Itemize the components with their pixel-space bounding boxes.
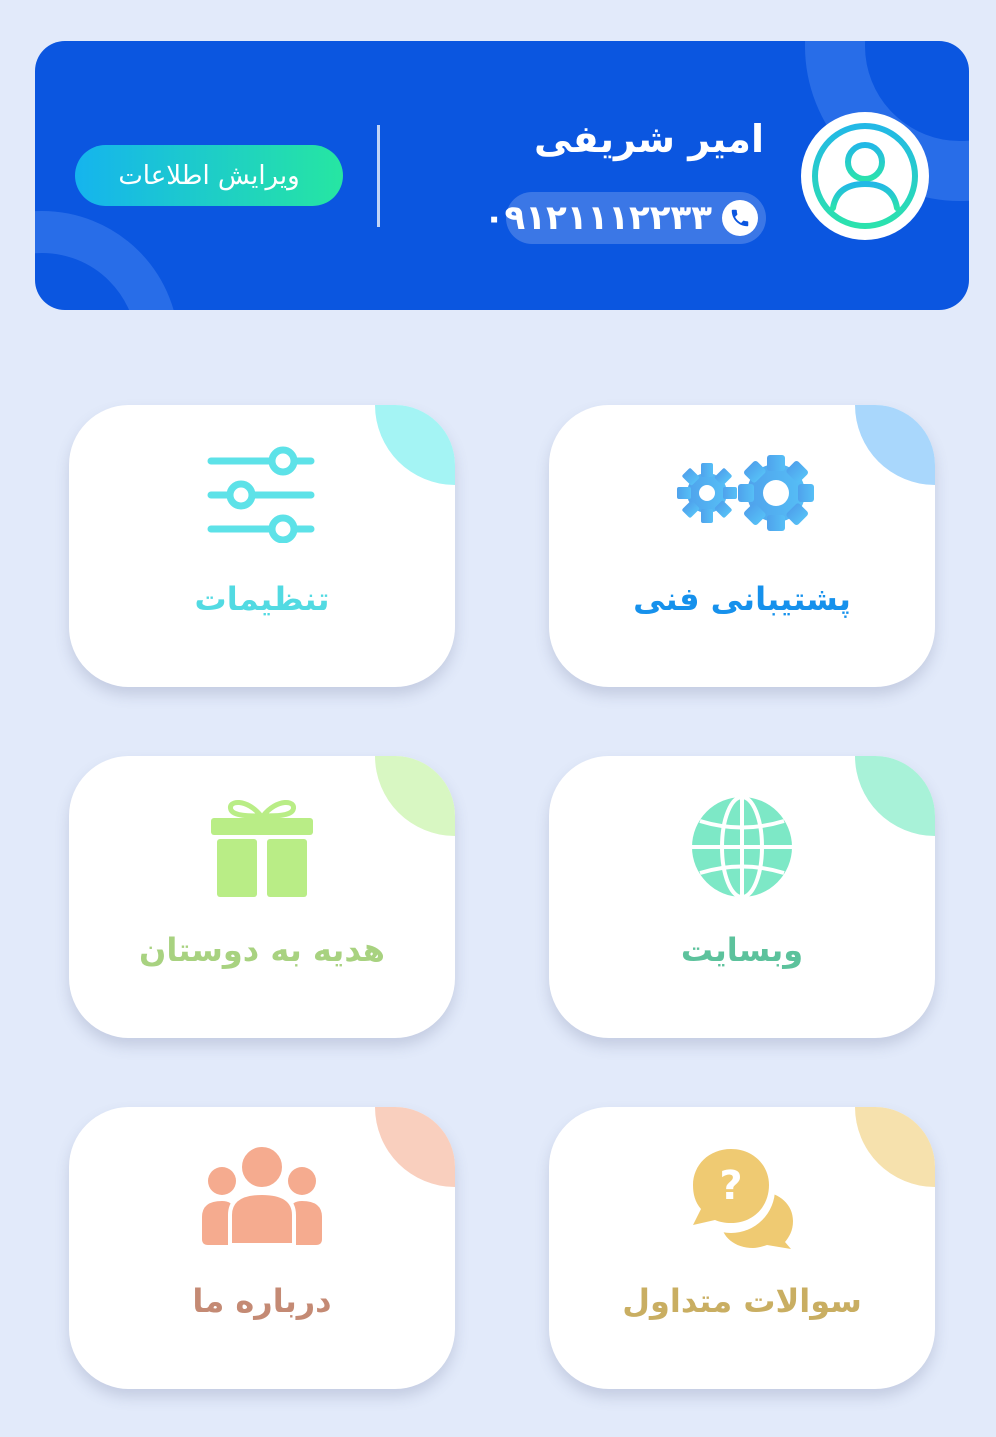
tile-label: درباره ما xyxy=(192,1282,332,1320)
user-icon xyxy=(812,123,918,229)
question-chat-icon: ? xyxy=(687,1145,793,1249)
sliders-icon xyxy=(207,446,315,543)
tile-label: وبسایت xyxy=(680,931,804,969)
phone-number: ۰۹۱۲۱۱۱۲۲۳۳ xyxy=(483,198,713,238)
phone-icon xyxy=(722,200,758,236)
divider xyxy=(377,125,380,227)
tile-gift-friends[interactable]: هدیه به دوستان xyxy=(69,756,455,1038)
tile-technical-support[interactable]: پشتیبانی فنی xyxy=(549,405,935,687)
tile-about-us[interactable]: درباره ما xyxy=(69,1107,455,1389)
user-name: امیر شریفی xyxy=(533,117,764,161)
tile-label: تنظیمات xyxy=(194,580,330,618)
tile-label: سوالات متداول xyxy=(622,1282,862,1320)
edit-profile-button[interactable]: ویرایش اطلاعات xyxy=(75,145,343,206)
svg-text:?: ? xyxy=(719,1163,742,1209)
phone-pill: ۰۹۱۲۱۱۱۲۲۳۳ xyxy=(484,192,766,244)
gift-icon xyxy=(211,800,313,897)
tile-label: هدیه به دوستان xyxy=(139,931,385,969)
avatar[interactable] xyxy=(801,112,929,240)
group-icon xyxy=(202,1145,322,1247)
tile-label: پشتیبانی فنی xyxy=(633,580,851,618)
tile-faq[interactable]: ? سوالات متداول xyxy=(549,1107,935,1389)
profile-card: امیر شریفی ۰۹۱۲۱۱۱۲۲۳۳ ویرایش اطلاعات xyxy=(35,41,969,310)
gears-icon xyxy=(677,455,814,531)
globe-icon xyxy=(692,795,792,899)
tile-settings[interactable]: تنظیمات xyxy=(69,405,455,687)
tile-website[interactable]: وبسایت xyxy=(549,756,935,1038)
decor-ring xyxy=(35,211,179,310)
